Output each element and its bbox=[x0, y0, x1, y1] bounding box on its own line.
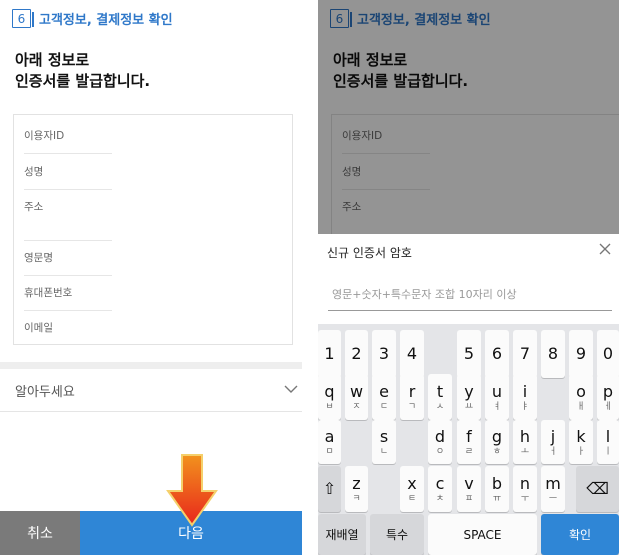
key-p[interactable]: pㅔ bbox=[597, 374, 619, 420]
confirm-key[interactable]: 확인 bbox=[541, 514, 619, 555]
field-english-name: 영문명 bbox=[24, 250, 112, 276]
key-w[interactable]: wㅈ bbox=[345, 374, 368, 420]
field-name: 성명 bbox=[24, 164, 112, 190]
field-address: 주소 bbox=[24, 199, 112, 241]
field-email: 이메일 bbox=[24, 322, 53, 334]
rearrange-key[interactable]: 재배열 bbox=[318, 514, 366, 555]
notice-label[interactable]: 알아두세요 bbox=[15, 381, 75, 400]
key-8[interactable]: 8 bbox=[541, 330, 565, 378]
key-g[interactable]: gㅎ bbox=[485, 420, 509, 464]
key-q[interactable]: qㅂ bbox=[318, 374, 341, 420]
key-m[interactable]: mㅡ bbox=[541, 466, 565, 512]
special-key[interactable]: 특수 bbox=[370, 514, 424, 555]
key-5[interactable]: 5 bbox=[457, 330, 481, 378]
key-o[interactable]: oㅐ bbox=[569, 374, 593, 420]
key-f[interactable]: fㄹ bbox=[457, 420, 481, 464]
key-6[interactable]: 6 bbox=[485, 330, 509, 378]
key-2[interactable]: 2 bbox=[345, 330, 368, 378]
key-d[interactable]: dㅇ bbox=[428, 420, 452, 464]
key-z[interactable]: zㅋ bbox=[345, 466, 368, 512]
step-number: 6 bbox=[12, 9, 34, 28]
password-underline bbox=[328, 310, 612, 311]
key-s[interactable]: sㄴ bbox=[372, 420, 396, 464]
shift-key[interactable]: ⇧ bbox=[318, 466, 341, 512]
backspace-icon: ⌫ bbox=[586, 479, 609, 498]
close-icon[interactable] bbox=[599, 240, 611, 259]
key-n[interactable]: nㅜ bbox=[513, 466, 537, 512]
key-l[interactable]: lㅣ bbox=[597, 420, 619, 464]
key-9[interactable]: 9 bbox=[569, 330, 593, 378]
key-3[interactable]: 3 bbox=[372, 330, 396, 378]
key-v[interactable]: vㅍ bbox=[457, 466, 481, 512]
key-k[interactable]: kㅏ bbox=[569, 420, 593, 464]
step-title: 고객정보, 결제정보 확인 bbox=[39, 13, 173, 28]
key-a[interactable]: aㅁ bbox=[318, 420, 341, 464]
key-x[interactable]: xㅌ bbox=[400, 466, 424, 512]
backspace-key[interactable]: ⌫ bbox=[576, 466, 619, 512]
left-screen: 6 고객정보, 결제정보 확인 아래 정보로 인증서를 발급합니다. 이용자ID… bbox=[0, 0, 302, 555]
modal-overlay[interactable] bbox=[318, 0, 619, 234]
key-y[interactable]: yㅛ bbox=[457, 374, 481, 420]
section-divider bbox=[0, 362, 302, 369]
shift-icon: ⇧ bbox=[322, 479, 337, 498]
password-input[interactable]: 영문+숫자+특수문자 조합 10자리 이상 bbox=[332, 286, 517, 302]
notice-divider bbox=[0, 411, 302, 412]
password-sheet: 신규 인증서 암호 영문+숫자+특수문자 조합 10자리 이상 bbox=[318, 234, 619, 324]
heading-line-1: 아래 정보로 bbox=[15, 51, 90, 69]
key-0[interactable]: 0 bbox=[597, 330, 619, 378]
step-header: 6 고객정보, 결제정보 확인 bbox=[12, 9, 173, 28]
field-user-id: 이용자ID bbox=[24, 128, 112, 154]
key-4[interactable]: 4 bbox=[400, 330, 424, 378]
field-mobile: 휴대폰번호 bbox=[24, 285, 112, 311]
key-t[interactable]: tㅅ bbox=[428, 374, 452, 420]
info-box: 이용자ID 성명 주소 영문명 휴대폰번호 이메일 bbox=[13, 114, 293, 345]
key-1[interactable]: 1 bbox=[318, 330, 341, 378]
heading-line-2: 인증서를 발급합니다. bbox=[15, 72, 151, 90]
chevron-down-icon[interactable] bbox=[284, 383, 298, 398]
bottom-action-bar: 취소 다음 bbox=[0, 511, 302, 555]
key-u[interactable]: uㅕ bbox=[485, 374, 509, 420]
red-arrow-icon bbox=[166, 454, 218, 527]
virtual-keyboard: 1 2 3 4 5 6 7 8 9 0 qㅂ wㅈ eㄷ rㄱ tㅅ yㅛ uㅕ… bbox=[318, 324, 619, 555]
key-c[interactable]: cㅊ bbox=[428, 466, 452, 512]
key-e[interactable]: eㄷ bbox=[372, 374, 396, 420]
key-7[interactable]: 7 bbox=[513, 330, 537, 378]
key-b[interactable]: bㅠ bbox=[485, 466, 509, 512]
space-key[interactable]: SPACE bbox=[428, 514, 537, 555]
cancel-button[interactable]: 취소 bbox=[0, 511, 80, 555]
key-i[interactable]: iㅑ bbox=[513, 374, 537, 420]
right-screen: 6 고객정보, 결제정보 확인 아래 정보로 인증서를 발급합니다. 이용자ID… bbox=[318, 0, 619, 555]
page-heading: 아래 정보로 인증서를 발급합니다. bbox=[15, 50, 150, 92]
sheet-title: 신규 인증서 암호 bbox=[327, 246, 412, 260]
key-r[interactable]: rㄱ bbox=[400, 374, 424, 420]
key-h[interactable]: hㅗ bbox=[513, 420, 537, 464]
key-j[interactable]: jㅓ bbox=[541, 420, 565, 464]
